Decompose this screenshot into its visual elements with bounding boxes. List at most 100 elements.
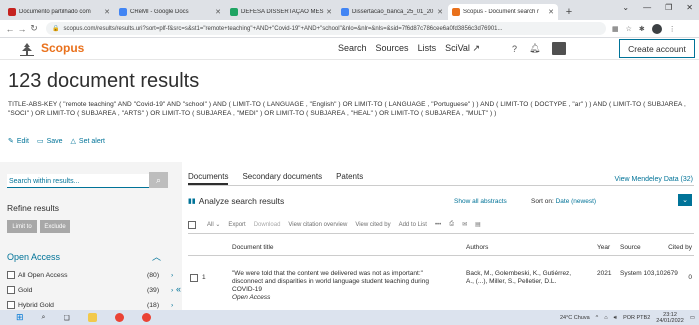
search-within-input[interactable]: Search within results...: [7, 174, 150, 188]
task-view-icon[interactable]: ❏: [63, 314, 69, 322]
weather-text[interactable]: 24°C Chuva: [560, 315, 590, 321]
bookmark-star-icon[interactable]: ☆: [626, 25, 632, 33]
sort-dropdown-button[interactable]: ⌄: [678, 194, 692, 206]
brand-name[interactable]: Scopus: [41, 41, 84, 55]
clock[interactable]: 23:12 24/01/2022: [656, 312, 684, 324]
close-tab-icon[interactable]: ✕: [215, 8, 221, 16]
browser-tab[interactable]: CReMI - Google Docs ✕: [115, 4, 225, 20]
print-icon[interactable]: ⎙: [449, 221, 454, 228]
document-title-link[interactable]: "We were told that the content we delive…: [232, 270, 452, 302]
tab-search-icon[interactable]: ⌄: [622, 3, 629, 12]
add-to-list-button[interactable]: Add to List: [399, 222, 427, 228]
col-year[interactable]: Year: [597, 244, 610, 251]
select-all-checkbox[interactable]: [188, 220, 196, 229]
volume-icon[interactable]: 🔊︎: [614, 315, 617, 322]
citation-overview-button[interactable]: View citation overview: [288, 222, 347, 228]
show-all-abstracts-link[interactable]: Show all abstracts: [454, 198, 507, 205]
col-document-title[interactable]: Document title: [232, 244, 274, 251]
nav-lists[interactable]: Lists: [418, 43, 437, 54]
row-checkbox[interactable]: [190, 274, 198, 282]
new-tab-button[interactable]: +: [562, 6, 576, 18]
forward-icon[interactable]: →: [16, 24, 28, 34]
col-source[interactable]: Source: [620, 244, 641, 251]
save-query-link[interactable]: ▭ Save: [37, 137, 63, 145]
minimize-icon[interactable]: —: [643, 3, 651, 12]
tab-favicon-icon: [119, 8, 127, 16]
create-account-button[interactable]: Create account: [619, 39, 695, 58]
browser-tab[interactable]: Dissertacao_banca_25_01_20 ✕: [337, 4, 447, 20]
chrome-icon-2[interactable]: [141, 313, 151, 322]
analyze-results-link[interactable]: ▮▮ Analyze search results: [188, 196, 284, 206]
maximize-icon[interactable]: ❐: [665, 3, 672, 12]
facet-all-open-access[interactable]: All Open Access (80) ›: [7, 270, 179, 280]
browser-tab[interactable]: DEFESA DISSERTAÇÃO MEST ✕: [226, 4, 336, 20]
tab-documents[interactable]: Documents: [188, 172, 229, 185]
tab-secondary-documents[interactable]: Secondary documents: [242, 172, 322, 185]
collapse-sidebar-icon[interactable]: «: [176, 284, 181, 294]
more-options-button[interactable]: •••: [435, 222, 441, 228]
select-all-dropdown[interactable]: All ⌄: [207, 221, 220, 228]
checkbox[interactable]: [7, 286, 15, 294]
close-tab-icon[interactable]: ✕: [437, 8, 443, 16]
sort-control[interactable]: Sort on: Date (newest): [531, 198, 596, 205]
browser-tab[interactable]: Documento partilhado com ✕: [4, 4, 114, 20]
network-icon[interactable]: ⌂: [604, 315, 607, 321]
facet-hybrid-gold[interactable]: Hybrid Gold (18) ›: [7, 300, 179, 310]
search-within-button[interactable]: ⌕: [149, 172, 168, 188]
refine-sidebar: Search within results... ⌕ Refine result…: [0, 162, 182, 310]
set-alert-link[interactable]: △ Set alert: [71, 137, 105, 145]
menu-dots-icon[interactable]: ⋮: [669, 25, 676, 33]
windows-start-icon[interactable]: ⊞: [16, 312, 24, 323]
help-icon[interactable]: ?: [512, 44, 517, 54]
edit-query-link[interactable]: ✎ Edit: [8, 137, 29, 145]
close-tab-icon[interactable]: ✕: [104, 8, 110, 16]
top-nav: Search Sources Lists SciVal ↗: [338, 43, 480, 54]
mendeley-data-link[interactable]: View Mendeley Data (32): [615, 176, 693, 183]
close-window-icon[interactable]: ✕: [686, 3, 693, 12]
elsevier-logo-icon[interactable]: [18, 41, 36, 57]
checkbox[interactable]: [7, 271, 15, 279]
chevron-right-icon: ›: [171, 286, 174, 294]
profile-avatar[interactable]: [651, 23, 662, 34]
checkbox[interactable]: [7, 301, 15, 309]
bell-icon[interactable]: 🔔︎: [529, 43, 540, 54]
search-icon[interactable]: ⌕: [42, 314, 46, 322]
facet-gold[interactable]: Gold (39) ›: [7, 285, 179, 295]
notifications-icon[interactable]: ▭: [690, 315, 695, 321]
source-link[interactable]: System 103,102679: [620, 270, 680, 278]
open-access-heading[interactable]: Open Access: [7, 252, 60, 262]
download-button[interactable]: Download: [254, 222, 281, 228]
system-tray: 24°C Chuva ^ ⌂ 🔊︎ POR PTB2 23:12 24/01/20…: [560, 312, 695, 324]
nav-sources[interactable]: Sources: [376, 43, 409, 54]
tray-chevron-icon[interactable]: ^: [596, 315, 599, 321]
bibliography-icon[interactable]: ▤: [475, 221, 481, 228]
institution-icon[interactable]: [552, 42, 567, 55]
browser-tab-bar: Documento partilhado com ✕ CReMI - Google …: [0, 0, 699, 20]
address-bar[interactable]: 🔒 scopus.com/results/results.uri?sort=pl…: [46, 22, 606, 35]
query-actions: ✎ Edit ▭ Save △ Set alert: [8, 137, 105, 145]
browser-tab[interactable]: Scopus - Document search r ✕: [448, 4, 558, 20]
reload-icon[interactable]: ↻: [28, 23, 40, 34]
limit-to-button[interactable]: Limit to: [7, 220, 37, 233]
file-explorer-icon[interactable]: [87, 313, 97, 322]
close-tab-icon[interactable]: ✕: [326, 8, 332, 16]
authors-list[interactable]: Back, M., Golembeski, K., Gutiérrez, A.,…: [466, 270, 576, 286]
col-cited-by[interactable]: Cited by: [668, 244, 692, 251]
export-button[interactable]: Export: [228, 222, 245, 228]
tab-patents[interactable]: Patents: [336, 172, 363, 185]
open-access-label: Open Access: [232, 294, 271, 301]
chrome-icon[interactable]: [114, 313, 124, 322]
close-tab-icon[interactable]: ✕: [548, 8, 554, 16]
extension-icon[interactable]: ▦: [612, 25, 619, 33]
col-authors[interactable]: Authors: [466, 244, 488, 251]
email-icon[interactable]: ✉: [462, 221, 467, 228]
view-cited-by-button[interactable]: View cited by: [355, 222, 390, 228]
puzzle-icon[interactable]: ✱: [639, 25, 645, 33]
nav-search[interactable]: Search: [338, 43, 367, 54]
nav-scival[interactable]: SciVal ↗: [445, 43, 480, 54]
exclude-button[interactable]: Exclude: [40, 220, 70, 233]
back-icon[interactable]: ←: [4, 24, 16, 34]
chevron-up-icon[interactable]: ︿: [152, 250, 161, 263]
tab-favicon-icon: [341, 8, 349, 16]
language-indicator[interactable]: POR PTB2: [623, 315, 650, 321]
